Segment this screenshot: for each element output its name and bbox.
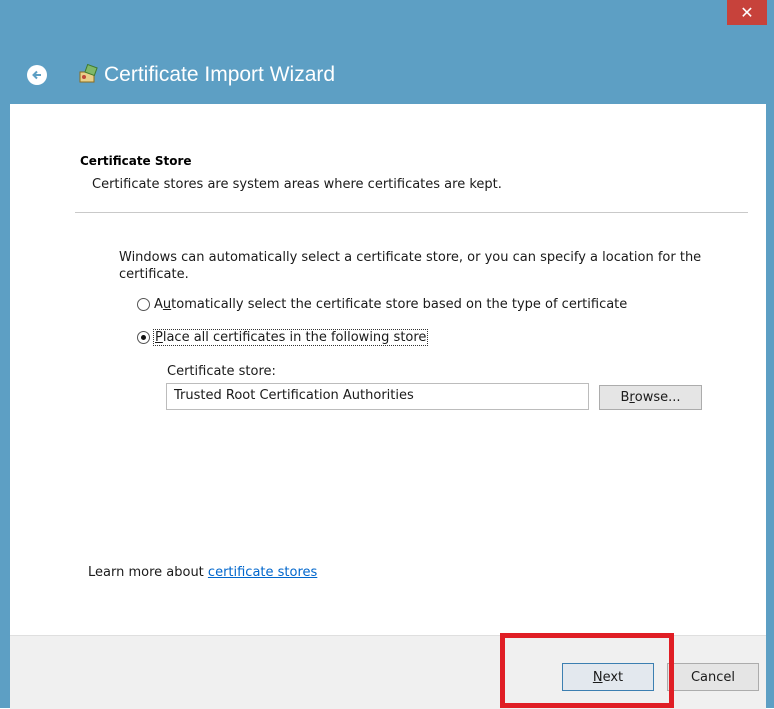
header-divider [75,212,748,213]
radio-place-in-store[interactable]: Place all certificates in the following … [137,329,429,346]
highlight-annotation-box [500,633,674,708]
title-bar: Certificate Import Wizard [0,55,740,95]
radio-place-label: Place all certificates in the following … [152,329,429,346]
intro-text: Windows can automatically select a certi… [119,250,702,282]
window-title: Certificate Import Wizard [104,63,336,86]
close-button[interactable]: ✕ [727,0,767,25]
learn-more-text: Learn more about certificate stores [88,565,318,580]
radio-button-unchecked[interactable] [137,298,150,311]
certificate-store-label: Certificate store: [167,364,276,379]
certificate-store-field[interactable]: Trusted Root Certification Authorities [166,383,589,410]
browse-button[interactable]: Br owse... [599,385,702,410]
cancel-button[interactable]: Cancel [667,663,759,691]
certificate-stores-link[interactable]: certificate stores [208,565,317,580]
certificate-wizard-icon [79,63,98,83]
section-description: Certificate stores are system areas wher… [92,177,502,192]
radio-button-checked[interactable] [137,331,150,344]
radio-auto-select[interactable]: Automatically select the certificate sto… [137,297,627,312]
back-button[interactable] [27,65,47,85]
close-icon: ✕ [740,3,754,22]
back-arrow-icon [32,70,41,80]
section-title: Certificate Store [80,154,192,168]
radio-auto-label: Automatically select the certificate sto… [154,297,628,312]
wizard-window: ✕ Certificate Import Wizard [0,0,774,709]
